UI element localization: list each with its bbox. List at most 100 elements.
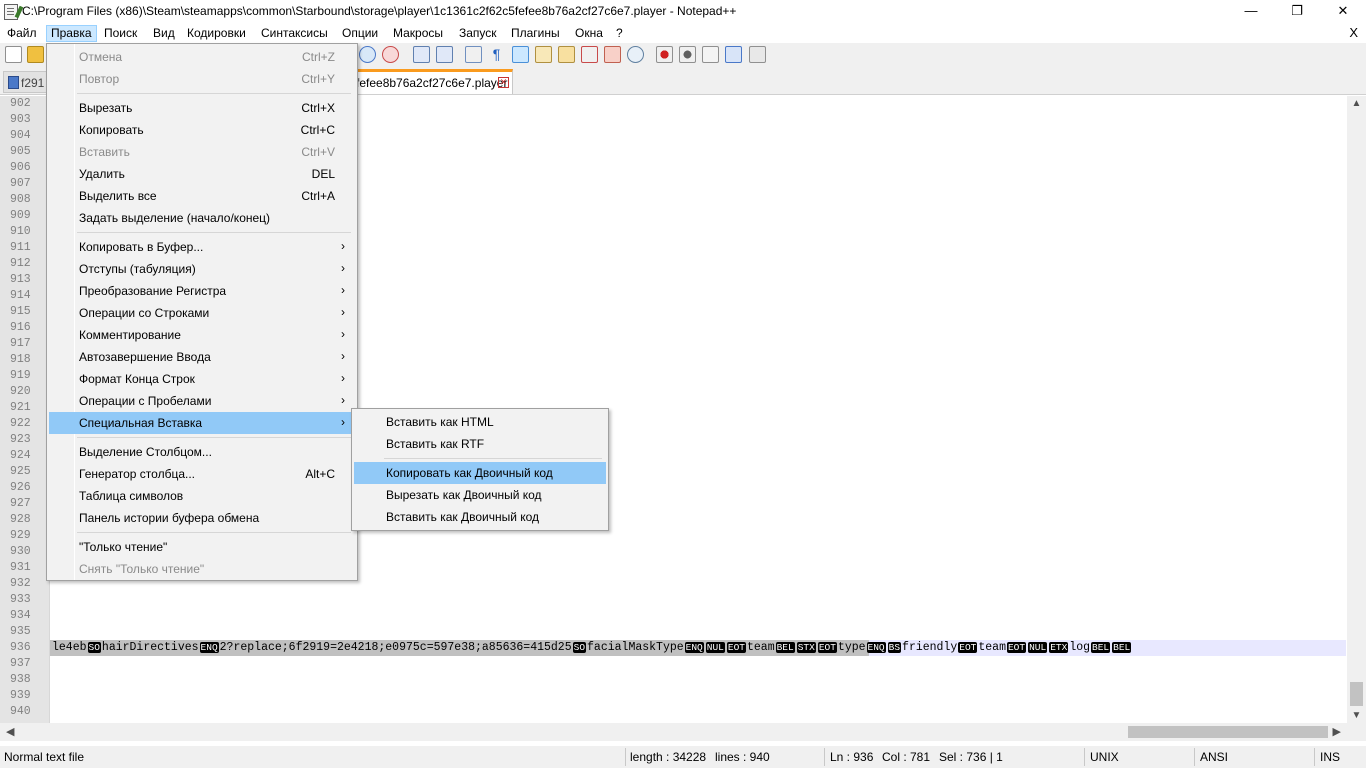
- code-line-936[interactable]: le4eb SO hairDirectives ENQ 2?replace;6f2919…: [50, 640, 1346, 656]
- notepadpp-app-icon: [4, 4, 24, 20]
- menu-item-label: Специальная Вставка: [79, 416, 203, 430]
- menu-item-таблица-символов[interactable]: Таблица символов: [49, 485, 355, 507]
- menu-macro[interactable]: Макросы: [393, 25, 443, 42]
- menu-help[interactable]: ?: [616, 25, 623, 42]
- status-encoding[interactable]: ANSI: [1200, 750, 1228, 764]
- menu-item-снять-только-чтение[interactable]: Снять "Только чтение": [49, 558, 355, 580]
- save-macro-icon[interactable]: [749, 46, 766, 63]
- menu-plugins[interactable]: Плагины: [511, 25, 560, 42]
- show-all-characters-icon[interactable]: ¶: [488, 46, 505, 63]
- line-number: 911: [10, 241, 31, 254]
- submenu-item-вставить-как-html[interactable]: Вставить как HTML: [354, 411, 606, 433]
- scroll-left-icon[interactable]: ◀: [6, 725, 14, 738]
- word-wrap-icon[interactable]: [465, 46, 482, 63]
- open-file-icon[interactable]: [27, 46, 44, 63]
- menu-settings[interactable]: Опции: [342, 25, 378, 42]
- close-tab-icon[interactable]: ✕: [498, 77, 509, 88]
- menu-item-операции-с-пробелами[interactable]: Операции с Пробелами ›: [49, 390, 355, 412]
- menu-item-копировать-в-буфер[interactable]: Копировать в Буфер... ›: [49, 236, 355, 258]
- minimize-button[interactable]: —: [1228, 0, 1274, 24]
- menu-item-только-чтение[interactable]: "Только чтение": [49, 536, 355, 558]
- status-lines: lines : 940: [715, 750, 770, 764]
- status-insert-mode[interactable]: INS: [1320, 750, 1340, 764]
- line-number: 915: [10, 305, 31, 318]
- play-macro-icon[interactable]: [702, 46, 719, 63]
- line-number: 930: [10, 545, 31, 558]
- submenu-item-копировать-как-двоичный-код[interactable]: Копировать как Двоичный код: [354, 462, 606, 484]
- menu-window[interactable]: Окна: [575, 25, 603, 42]
- menu-item-shortcut: Ctrl+A: [301, 189, 335, 203]
- menu-item-задать-выделение-начало-конец[interactable]: Задать выделение (начало/конец): [49, 207, 355, 229]
- stop-macro-icon[interactable]: [679, 46, 696, 63]
- menu-item-формат-конца-строк[interactable]: Формат Конца Строк ›: [49, 368, 355, 390]
- menu-language[interactable]: Синтаксисы: [261, 25, 328, 42]
- line-number: 932: [10, 577, 31, 590]
- menu-item-операции-со-строками[interactable]: Операции со Строками ›: [49, 302, 355, 324]
- status-column: Col : 781: [882, 750, 931, 764]
- scroll-down-icon[interactable]: ▼: [1347, 710, 1366, 721]
- user-defined-language-icon[interactable]: [535, 46, 552, 63]
- maximize-button[interactable]: ❐: [1274, 0, 1320, 24]
- menu-item-отмена[interactable]: Отмена Ctrl+Z: [49, 46, 355, 68]
- horizontal-scroll-thumb[interactable]: [1128, 726, 1328, 738]
- record-macro-icon[interactable]: [656, 46, 673, 63]
- chevron-right-icon: ›: [341, 327, 345, 341]
- tab-document-player[interactable]: fefee8b76a2cf27c6e7.player ✕: [347, 69, 513, 94]
- horizontal-scrollbar[interactable]: ◀ ▶: [0, 723, 1347, 741]
- menu-item-комментирование[interactable]: Комментирование ›: [49, 324, 355, 346]
- menu-item-выделение-столбцом[interactable]: Выделение Столбцом...: [49, 441, 355, 463]
- menu-item-выделить-все[interactable]: Выделить все Ctrl+A: [49, 185, 355, 207]
- menu-view[interactable]: Вид: [153, 25, 175, 42]
- menu-item-label: "Только чтение": [79, 540, 168, 554]
- submenu-item-вставить-как-rtf[interactable]: Вставить как RTF: [354, 433, 606, 455]
- submenu-item-label: Вырезать как Двоичный код: [386, 488, 542, 502]
- menu-item-специальная-вставка[interactable]: Специальная Вставка ›: [49, 412, 355, 434]
- menu-encoding[interactable]: Кодировки: [187, 25, 246, 42]
- menu-item-вырезать[interactable]: Вырезать Ctrl+X: [49, 97, 355, 119]
- menu-item-генератор-столбца[interactable]: Генератор столбца... Alt+C: [49, 463, 355, 485]
- close-document-icon[interactable]: X: [1349, 25, 1358, 40]
- menu-file[interactable]: Файл: [7, 25, 37, 42]
- new-file-icon[interactable]: [5, 46, 22, 63]
- menu-item-label: Отмена: [79, 50, 123, 64]
- menu-item-удалить[interactable]: Удалить DEL: [49, 163, 355, 185]
- sync-horizontal-icon[interactable]: [436, 46, 453, 63]
- code-text-token: hairDirectives: [101, 641, 199, 654]
- submenu-item-вырезать-как-двоичный-код[interactable]: Вырезать как Двоичный код: [354, 484, 606, 506]
- monitoring-eye-icon[interactable]: [627, 46, 644, 63]
- menu-item-вставить[interactable]: Вставить Ctrl+V: [49, 141, 355, 163]
- vertical-scroll-thumb[interactable]: [1350, 682, 1363, 706]
- document-map-icon[interactable]: [558, 46, 575, 63]
- line-number: 929: [10, 529, 31, 542]
- vertical-scrollbar[interactable]: ▲ ▼: [1347, 96, 1366, 723]
- menu-separator: [77, 93, 351, 94]
- menu-run[interactable]: Запуск: [459, 25, 497, 42]
- submenu-item-вставить-как-двоичный-код[interactable]: Вставить как Двоичный код: [354, 506, 606, 528]
- menu-edit[interactable]: Правка: [46, 25, 97, 42]
- zoom-out-icon[interactable]: [382, 46, 399, 63]
- sync-vertical-icon[interactable]: [413, 46, 430, 63]
- chevron-right-icon: ›: [341, 393, 345, 407]
- menu-item-преобразование-регистра[interactable]: Преобразование Регистра ›: [49, 280, 355, 302]
- code-text-token: type: [837, 641, 866, 654]
- menu-item-повтор[interactable]: Повтор Ctrl+Y: [49, 68, 355, 90]
- menu-item-label: Генератор столбца...: [79, 467, 195, 481]
- status-eol-format[interactable]: UNIX: [1090, 750, 1119, 764]
- menu-item-отступы-табуляция[interactable]: Отступы (табуляция) ›: [49, 258, 355, 280]
- submenu-item-label: Вставить как HTML: [386, 415, 494, 429]
- menu-search[interactable]: Поиск: [104, 25, 137, 42]
- folder-as-workspace-icon[interactable]: [604, 46, 621, 63]
- zoom-in-icon[interactable]: [359, 46, 376, 63]
- function-list-icon[interactable]: [581, 46, 598, 63]
- tab-document-1[interactable]: f291: [3, 71, 51, 93]
- scroll-up-icon[interactable]: ▲: [1347, 98, 1366, 109]
- scroll-right-icon[interactable]: ▶: [1333, 725, 1341, 738]
- menu-item-автозавершение-ввода[interactable]: Автозавершение Ввода ›: [49, 346, 355, 368]
- menu-item-панель-истории-буфера-обмена[interactable]: Панель истории буфера обмена: [49, 507, 355, 529]
- close-window-button[interactable]: ✕: [1320, 0, 1366, 24]
- indent-guide-icon[interactable]: [512, 46, 529, 63]
- status-bar: Normal text file length : 34228 lines : …: [0, 746, 1366, 768]
- run-macro-multiple-icon[interactable]: [725, 46, 742, 63]
- menu-item-копировать[interactable]: Копировать Ctrl+C: [49, 119, 355, 141]
- chevron-right-icon: ›: [341, 415, 345, 429]
